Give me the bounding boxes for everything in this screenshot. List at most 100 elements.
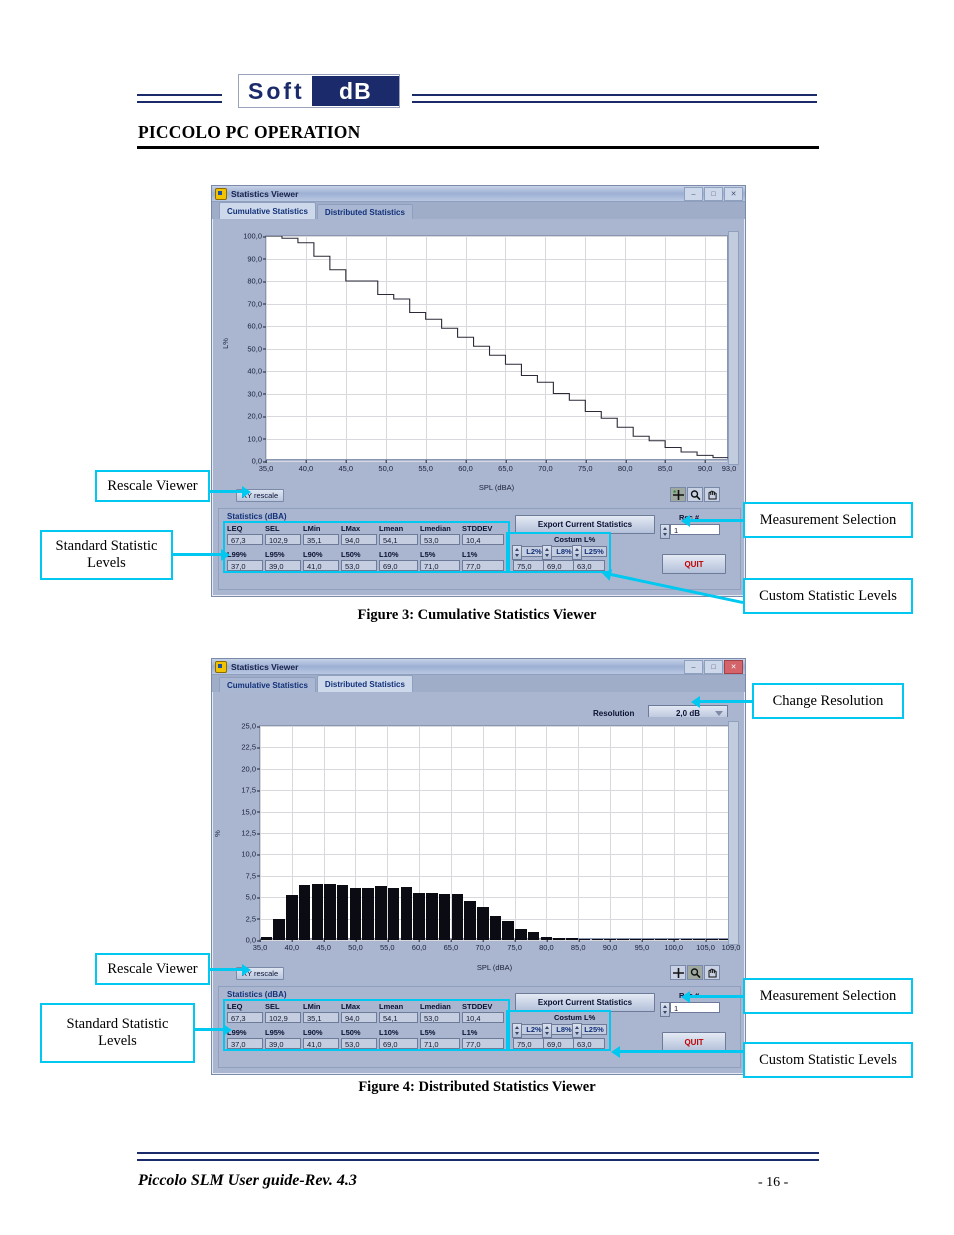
crosshair-cursor-icon[interactable] <box>670 965 686 980</box>
gridline-vertical <box>578 726 580 938</box>
bar <box>527 932 540 940</box>
y-axis-tick-label: 10,0 <box>247 434 266 443</box>
window-titlebar[interactable]: Statistics Viewer – □ ✕ <box>212 659 745 675</box>
y-axis-tick-label: 30,0 <box>247 389 266 398</box>
y-axis-tick-label: 17,5 <box>241 785 260 795</box>
quit-button[interactable]: QUIT <box>662 554 726 574</box>
x-axis-tick-label: 55,0 <box>379 939 395 952</box>
record-number-input[interactable]: 1 <box>670 524 720 535</box>
x-axis-tick-label: 90,0 <box>602 939 618 952</box>
crosshair-cursor-icon[interactable] <box>670 487 686 502</box>
pan-hand-icon[interactable] <box>704 965 720 980</box>
y-axis-tick-label: 70,0 <box>247 299 266 308</box>
bar <box>502 921 514 940</box>
bar <box>324 884 336 940</box>
distributed-plot-area[interactable]: 0,0 2,5 5,0 7,5 10,0 12,5 15,0 17,5 20,0 22,5 25,0… <box>241 722 740 953</box>
bar <box>349 887 362 940</box>
y-axis-tick-label: 40,0 <box>247 366 266 376</box>
close-button[interactable]: ✕ <box>724 660 743 674</box>
bar <box>336 885 349 940</box>
statistics-viewer-window-distributed: Statistics Viewer – □ ✕ Cumulative Stati… <box>211 658 746 1075</box>
x-axis-tick-label: 95,0 <box>634 939 650 952</box>
callout-standard-levels-fig4: Standard Statistic Levels <box>40 1003 195 1063</box>
callout-measurement-selection-fig4: Measurement Selection <box>743 978 913 1014</box>
gridline-horizontal <box>260 747 729 749</box>
footer-rule <box>137 1152 819 1161</box>
statistics-panel-title: Statistics (dBA) <box>227 990 287 999</box>
record-number-stepper[interactable] <box>660 1002 670 1017</box>
gridline-horizontal <box>260 833 729 834</box>
chevron-down-icon <box>715 711 723 716</box>
chapter-underline <box>137 146 819 149</box>
bar <box>693 939 705 940</box>
tab-distributed-statistics[interactable]: Distributed Statistics <box>316 675 413 692</box>
tab-cumulative-statistics[interactable]: Cumulative Statistics <box>219 202 316 219</box>
cumulative-plot-area[interactable]: 0,0 10,0 20,0 30,0 40,0 50,0 60,0 70,0 80,0 90,0 1… <box>243 232 736 474</box>
x-axis-tick-label: 105,0 <box>696 939 715 952</box>
window-title: Statistics Viewer <box>231 188 299 199</box>
bar <box>655 939 667 940</box>
bar <box>451 893 464 940</box>
tab-distributed-statistics[interactable]: Distributed Statistics <box>316 204 413 219</box>
x-axis-label-distributed: SPL (dBA) <box>476 963 513 972</box>
header-rule-right <box>412 94 817 103</box>
x-axis-tick-label: 70,0 <box>475 939 491 952</box>
y-axis-tick-label: 50,0 <box>247 344 266 353</box>
callout-standard-levels-fig3: Standard Statistic Levels <box>40 530 173 580</box>
window-title: Statistics Viewer <box>231 661 299 672</box>
y-axis-tick-label: 20,0 <box>247 411 266 421</box>
bar <box>489 916 502 940</box>
maximize-button[interactable]: □ <box>704 660 723 674</box>
y-axis-tick-label: 20,0 <box>241 764 260 774</box>
zoom-magnifier-icon[interactable] <box>687 965 703 980</box>
callout-arrow-measurement-fig4 <box>681 990 743 1003</box>
x-axis-tick-label: 50,0 <box>378 460 394 473</box>
record-number-stepper[interactable] <box>660 524 670 539</box>
statistics-panel-cumulative: Statistics (dBA) LEQ SEL LMin LMax Lmean Lmed… <box>218 508 741 590</box>
bar <box>629 939 642 940</box>
minimize-button[interactable]: – <box>684 187 703 201</box>
x-axis-tick-label: 85,0 <box>657 460 673 473</box>
gridline-vertical <box>641 726 643 938</box>
zoom-magnifier-icon[interactable] <box>687 487 703 502</box>
close-button[interactable]: ✕ <box>724 187 743 201</box>
logo-db-text: dB <box>311 76 399 106</box>
pan-hand-icon[interactable] <box>704 487 720 502</box>
plot-scrollbar[interactable] <box>728 231 739 465</box>
bar <box>591 938 604 940</box>
bar <box>706 939 718 940</box>
bar <box>566 938 578 940</box>
record-number-input[interactable]: 1 <box>670 1002 720 1013</box>
callout-custom-levels-fig4: Custom Statistic Levels <box>743 1042 913 1078</box>
tabstrip: Cumulative Statistics Distributed Statis… <box>212 202 745 219</box>
plot-scrollbar[interactable] <box>728 721 739 945</box>
page-header: Soft dB PICCOLO PC OPERATION <box>0 0 954 160</box>
bar <box>604 939 616 940</box>
bar <box>375 886 387 940</box>
maximize-button[interactable]: □ <box>704 187 723 201</box>
bar <box>515 928 527 940</box>
minimize-button[interactable]: – <box>684 660 703 674</box>
y-axis-tick-label: 60,0 <box>247 321 266 331</box>
gridline-horizontal <box>260 854 729 856</box>
logo-soft-text: Soft <box>248 78 305 104</box>
y-axis-tick-label: 100,0 <box>243 231 266 241</box>
bar <box>553 937 565 940</box>
page-title: PICCOLO PC OPERATION <box>138 122 361 142</box>
gridline-horizontal <box>260 726 729 727</box>
window-titlebar[interactable]: Statistics Viewer – □ ✕ <box>212 186 745 202</box>
window-buttons: – □ ✕ <box>684 187 743 201</box>
gridline-vertical <box>546 726 548 938</box>
custom-levels-highlight <box>506 532 611 573</box>
gridline-vertical <box>514 726 516 938</box>
callout-arrow-standard-fig4 <box>195 1023 232 1036</box>
bar <box>578 938 591 940</box>
tab-cumulative-statistics[interactable]: Cumulative Statistics <box>219 677 316 692</box>
quit-button[interactable]: QUIT <box>662 1032 726 1052</box>
x-axis-tick-label: 80,0 <box>617 460 633 473</box>
standard-levels-highlight <box>223 999 510 1051</box>
x-axis-tick-label: 75,0 <box>577 460 593 473</box>
standard-levels-highlight <box>223 521 510 573</box>
bar <box>540 937 553 940</box>
cumulative-step-curve <box>266 236 729 461</box>
